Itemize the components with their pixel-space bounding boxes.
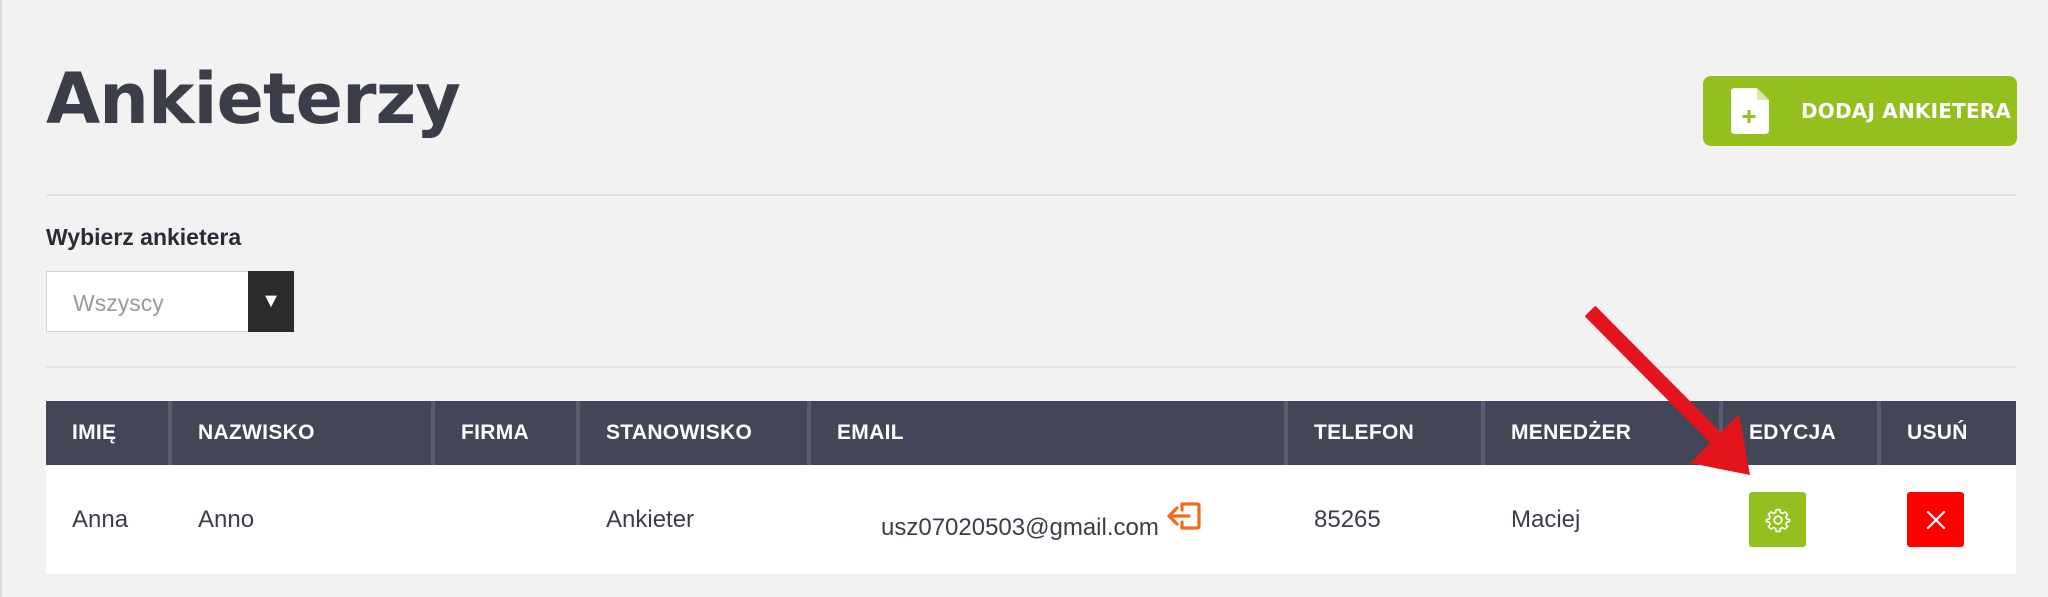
cell-last-name: Anno bbox=[198, 505, 255, 533]
column-header-delete: USUŃ bbox=[1907, 421, 1968, 444]
surveyors-table: IMIĘ NAZWISKO FIRMA STANOWISKO EMAIL TEL… bbox=[46, 401, 2016, 574]
cell-delete bbox=[1881, 465, 2016, 574]
divider bbox=[46, 194, 2016, 196]
cell-first-name: Anna bbox=[72, 505, 129, 533]
cell-email: usz07020503@gmail.com bbox=[811, 465, 1288, 574]
edit-button[interactable] bbox=[1749, 492, 1806, 547]
divider bbox=[46, 366, 2016, 368]
cell-edit bbox=[1723, 465, 1881, 574]
close-icon bbox=[1926, 510, 1945, 529]
email-text: usz07020503@gmail.com bbox=[881, 513, 1159, 541]
cell-position: Ankieter bbox=[606, 505, 695, 533]
cell-company bbox=[435, 465, 580, 574]
column-header-edit: EDYCJA bbox=[1723, 401, 1881, 465]
gear-icon bbox=[1765, 508, 1790, 532]
column-header-first-name: IMIĘ bbox=[46, 401, 172, 465]
column-header-last-name: NAZWISKO bbox=[172, 401, 435, 465]
login-as-user-icon[interactable] bbox=[1167, 498, 1203, 534]
cell-phone: 85265 bbox=[1314, 505, 1381, 533]
page-title: Ankieterzy bbox=[46, 58, 461, 140]
column-header-phone: TELEFON bbox=[1288, 401, 1485, 465]
add-surveyor-button[interactable]: DODAJ ANKIETERA bbox=[1703, 76, 2017, 146]
add-surveyor-label: DODAJ ANKIETERA bbox=[1801, 99, 2012, 123]
cell-manager: Maciej bbox=[1511, 505, 1581, 533]
left-edge-border bbox=[0, 0, 2, 597]
column-header-position: STANOWISKO bbox=[580, 401, 811, 465]
column-header-manager: MENEDŻER bbox=[1485, 401, 1723, 465]
select-arrow-icon[interactable]: ▼ bbox=[248, 271, 294, 332]
document-plus-icon bbox=[1731, 88, 1769, 134]
table-row: Anna Anno Ankieter usz07020503@gmail.com… bbox=[46, 465, 2016, 574]
surveyor-select-value: Wszyscy bbox=[73, 290, 164, 316]
surveyor-select[interactable]: Wszyscy ▼ bbox=[46, 271, 294, 332]
column-header-company: FIRMA bbox=[435, 401, 580, 465]
delete-button[interactable] bbox=[1907, 492, 1964, 547]
filter-label: Wybierz ankietera bbox=[46, 224, 242, 250]
table-header: IMIĘ NAZWISKO FIRMA STANOWISKO EMAIL TEL… bbox=[46, 401, 2016, 465]
column-header-email: EMAIL bbox=[811, 401, 1288, 465]
